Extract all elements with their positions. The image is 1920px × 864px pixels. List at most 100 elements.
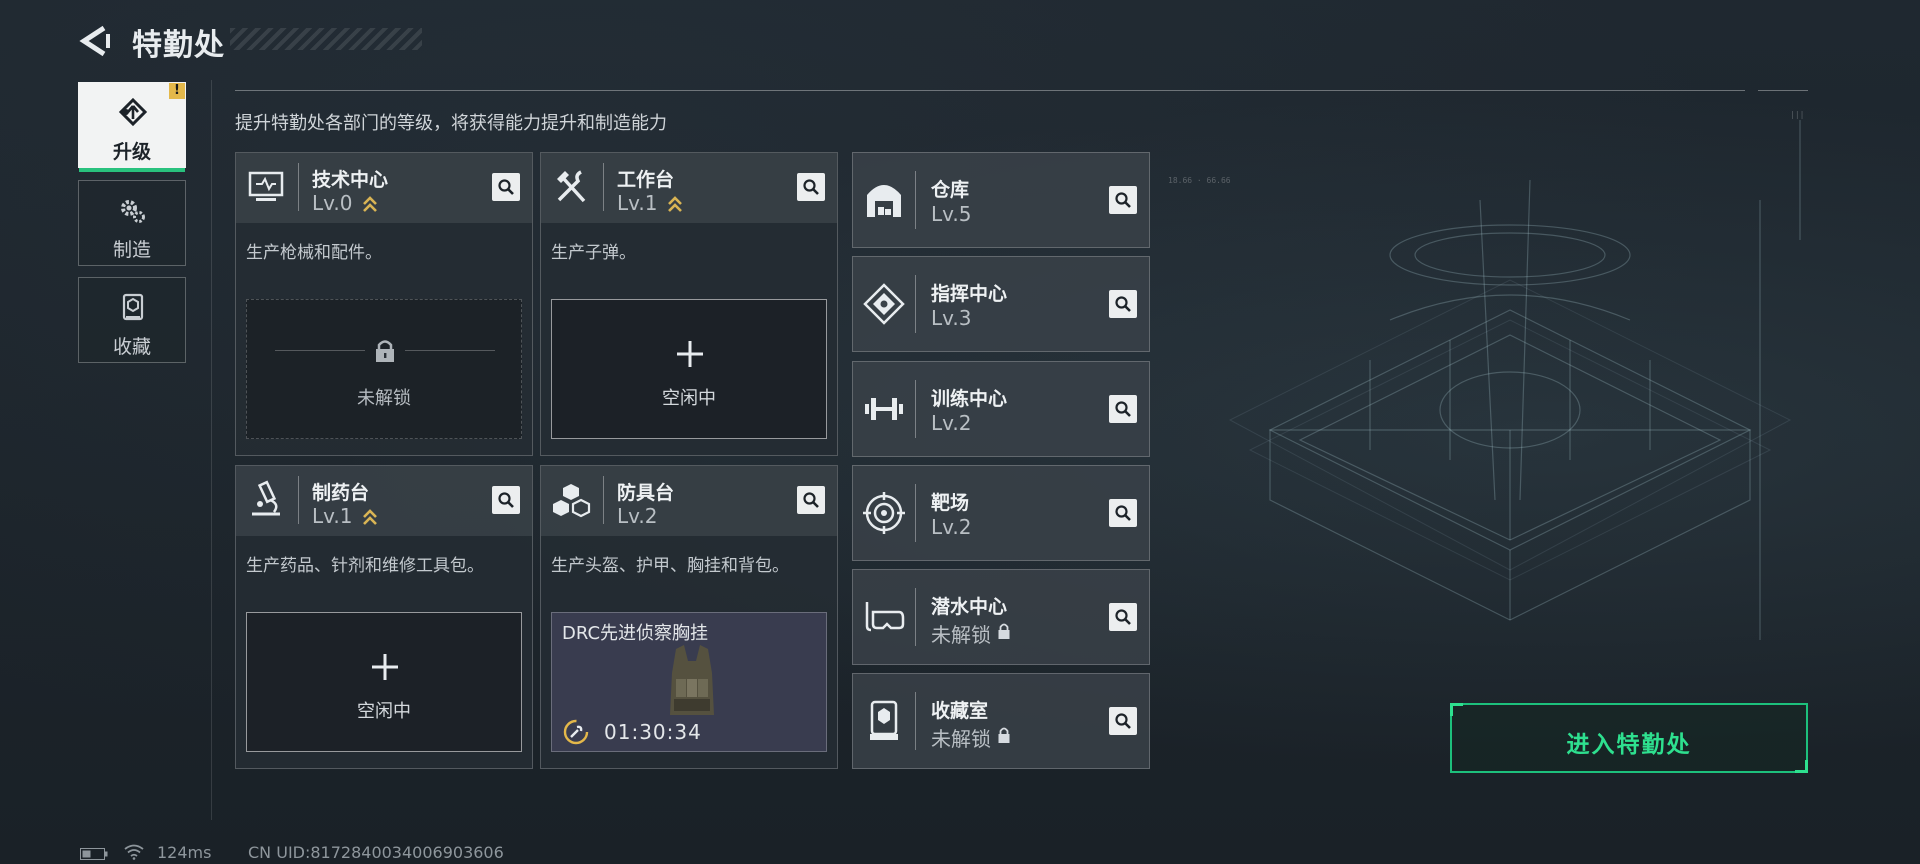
facility-card-workbench[interactable]: 工作台 Lv.1 生产子弹。 空闲中 — [540, 152, 838, 456]
room-name: 收藏室 — [931, 700, 989, 722]
search-icon — [498, 492, 514, 508]
upgrade-icon — [118, 97, 148, 127]
hammer-wrench-icon — [557, 170, 586, 203]
slot-status: 未解锁 — [357, 388, 411, 409]
search-icon — [1115, 505, 1131, 521]
search-icon — [1115, 296, 1131, 312]
production-slot-idle[interactable]: 空闲中 — [551, 299, 827, 439]
gears-icon — [121, 200, 145, 223]
room-card-warehouse[interactable]: 仓库 Lv.5 — [852, 152, 1150, 248]
facility-name: 技术中心 — [312, 169, 389, 191]
player-uid: CN UID:8172840034006903606 — [248, 843, 504, 862]
room-name: 仓库 — [931, 179, 970, 201]
slot-status: 空闲中 — [357, 701, 411, 722]
enter-special-ops-button[interactable]: 进入特勤处 — [1450, 703, 1808, 773]
header-separator — [915, 484, 916, 542]
inspect-button[interactable] — [1109, 290, 1137, 318]
facility-name: 制药台 — [312, 482, 370, 504]
search-icon — [803, 179, 819, 195]
room-card-collection-room[interactable]: 收藏室 未解锁 — [852, 673, 1150, 769]
alert-badge: ! — [169, 83, 185, 99]
button-corner-decoration — [1795, 760, 1808, 773]
search-icon — [803, 492, 819, 508]
header-separator — [915, 380, 916, 438]
screen-root: { "header": { "title": "特勤处" }, "sidebar… — [0, 0, 1920, 864]
facility-level: Lv.1 — [312, 504, 353, 528]
facility-card-tech-center[interactable]: 技术中心 Lv.0 生产枪械和配件。 未解锁 — [235, 152, 533, 456]
display-case-icon — [870, 700, 898, 740]
header-separator — [298, 476, 299, 524]
room-level: Lv.3 — [931, 306, 972, 330]
upgrade-chevron-icon — [363, 509, 377, 525]
inspect-button[interactable] — [492, 173, 520, 201]
header-separator — [915, 275, 916, 333]
page-title: 特勤处 — [132, 28, 225, 63]
wifi-icon — [124, 844, 144, 860]
production-slot-idle[interactable]: 空闲中 — [246, 612, 522, 752]
inspect-button[interactable] — [1109, 603, 1137, 631]
sidebar-item-label: 收藏 — [112, 336, 151, 358]
title-decoration — [230, 28, 422, 50]
facility-card-pharmacy[interactable]: 制药台 Lv.1 生产药品、针剂和维修工具包。 空闲中 — [235, 465, 533, 769]
enter-button-label: 进入特勤处 — [1566, 732, 1692, 758]
room-name: 靶场 — [931, 492, 970, 514]
sidebar-item-upgrade[interactable]: 升级 ! — [78, 82, 186, 172]
facility-description: 生产药品、针剂和维修工具包。 — [246, 556, 484, 576]
warehouse-icon — [867, 185, 901, 217]
header-separator — [915, 588, 916, 646]
search-icon — [1115, 609, 1131, 625]
room-card-command-center[interactable]: 指挥中心 Lv.3 — [852, 256, 1150, 352]
facility-level: Lv.2 — [617, 504, 658, 528]
facility-level: Lv.0 — [312, 191, 353, 215]
facility-level: Lv.1 — [617, 191, 658, 215]
facility-name: 防具台 — [617, 482, 675, 504]
room-level: Lv.2 — [931, 515, 972, 539]
command-emblem-icon — [863, 283, 905, 325]
facility-description: 生产子弹。 — [551, 243, 636, 263]
facility-card-armory[interactable]: 防具台 Lv.2 生产头盔、护甲、胸挂和背包。 DRC先进侦察胸挂 01:30:… — [540, 465, 838, 769]
lock-icon — [376, 340, 394, 362]
slot-divider — [275, 350, 365, 351]
armor-blocks-icon — [553, 484, 591, 518]
room-card-diving-center[interactable]: 潜水中心 未解锁 — [852, 569, 1150, 665]
base-wireframe-art — [1228, 120, 1801, 640]
top-divider-tail — [1758, 90, 1808, 91]
sidebar-item-craft[interactable]: 制造 — [78, 180, 186, 266]
diving-mask-icon — [865, 602, 905, 632]
inspect-button[interactable] — [797, 173, 825, 201]
crafting-item-name: DRC先进侦察胸挂 — [562, 623, 709, 644]
inspect-button[interactable] — [1109, 707, 1137, 735]
room-name: 潜水中心 — [931, 596, 1008, 618]
microscope-icon — [252, 480, 280, 516]
lock-icon — [998, 727, 1010, 743]
hud-readout-vertical: ||| — [1790, 110, 1805, 119]
facility-name: 工作台 — [617, 169, 675, 191]
production-slot-crafting[interactable]: DRC先进侦察胸挂 01:30:34 — [551, 612, 827, 752]
upgrade-chevron-icon — [668, 196, 682, 212]
header-separator — [603, 476, 604, 524]
room-name: 训练中心 — [931, 388, 1008, 410]
plus-icon — [677, 341, 703, 367]
button-corner-decoration — [1450, 703, 1463, 716]
inspect-button[interactable] — [1109, 395, 1137, 423]
chest-rig-image — [670, 645, 714, 715]
active-indicator — [79, 168, 185, 172]
crafting-timer: 01:30:34 — [604, 720, 702, 744]
battery-icon — [80, 848, 108, 860]
inspect-button[interactable] — [1109, 186, 1137, 214]
trophy-case-icon — [122, 293, 144, 321]
room-card-training-center[interactable]: 训练中心 Lv.2 — [852, 361, 1150, 457]
back-arrow-icon[interactable] — [78, 24, 112, 58]
room-level: Lv.5 — [931, 202, 972, 226]
sidebar-item-collection[interactable]: 收藏 — [78, 277, 186, 363]
inspect-button[interactable] — [492, 486, 520, 514]
room-status: 未解锁 — [931, 727, 991, 751]
room-status: 未解锁 — [931, 623, 991, 647]
room-card-shooting-range[interactable]: 靶场 Lv.2 — [852, 465, 1150, 561]
network-ping: 124ms — [157, 843, 212, 862]
timer-wrench-icon — [563, 719, 589, 745]
inspect-button[interactable] — [797, 486, 825, 514]
top-divider — [235, 90, 1745, 91]
inspect-button[interactable] — [1109, 499, 1137, 527]
dumbbell-icon — [865, 398, 903, 420]
